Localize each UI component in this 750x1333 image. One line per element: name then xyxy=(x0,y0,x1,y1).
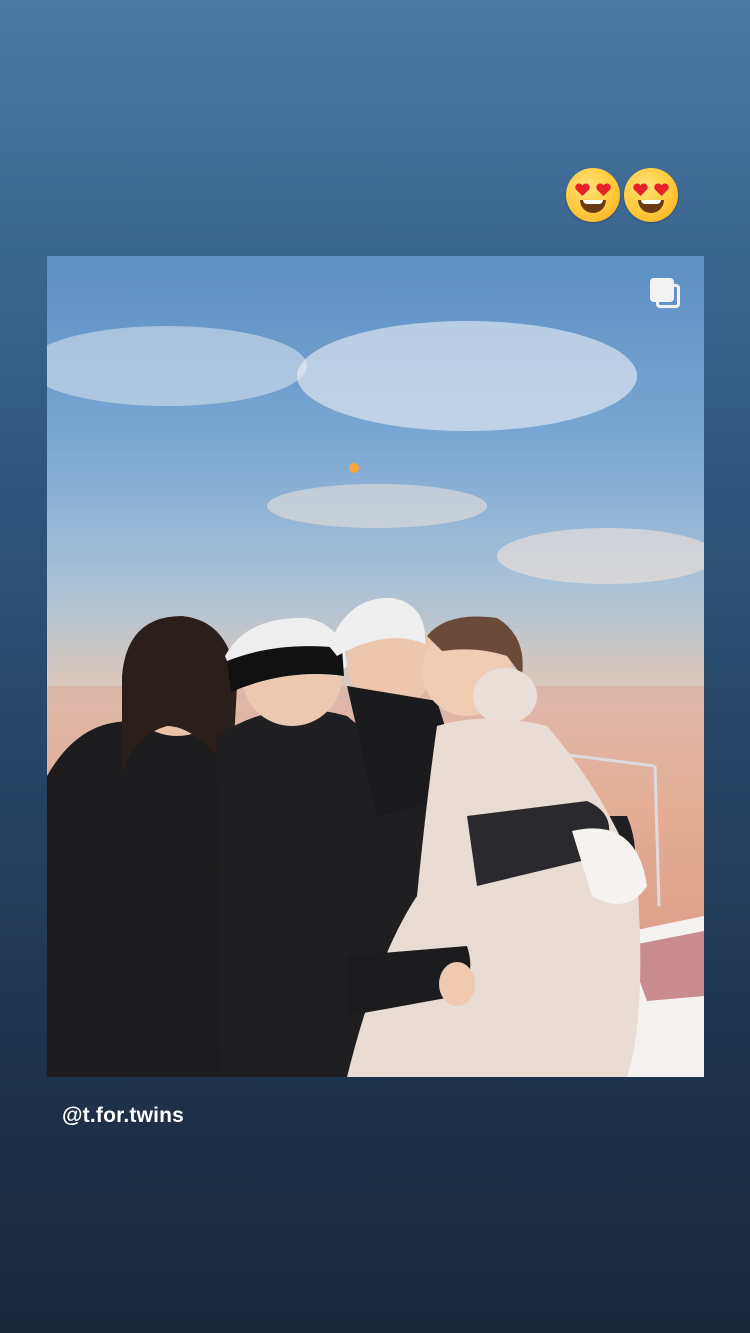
photo-illustration xyxy=(47,321,704,1077)
emoji-sticker[interactable] xyxy=(566,168,678,222)
mention-link[interactable]: @t.for.twins xyxy=(62,1104,184,1128)
heart-eyes-emoji-icon xyxy=(566,168,620,222)
shared-post-photo[interactable] xyxy=(47,256,704,1077)
heart-eyes-emoji-icon xyxy=(624,168,678,222)
carousel-icon xyxy=(650,278,682,310)
story-view[interactable]: @t.for.twins xyxy=(0,0,750,1333)
